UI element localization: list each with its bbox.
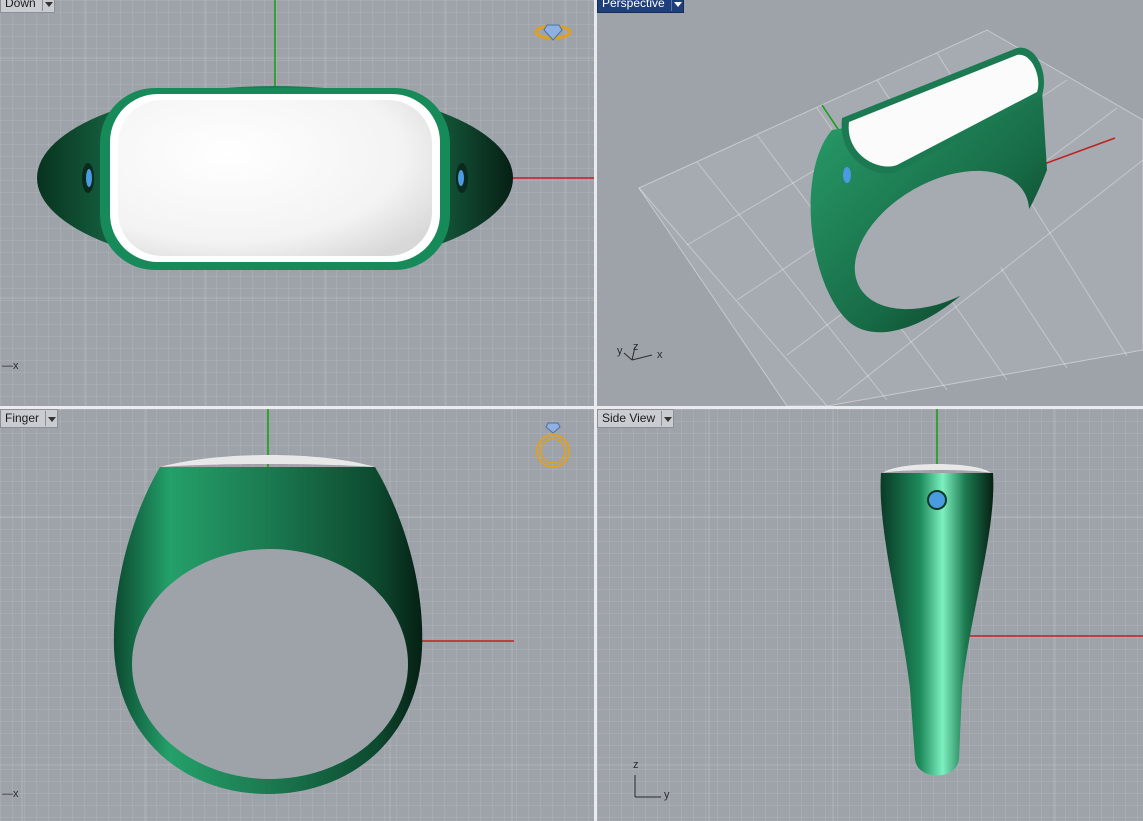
axis-x-label: x [13, 360, 19, 372]
viewport-title: Perspective [602, 0, 665, 10]
side-scene [597, 409, 1143, 821]
axis-label-x: x [657, 349, 663, 361]
ring-widget-icon [536, 422, 570, 468]
ring-hole [132, 549, 408, 779]
gem [927, 490, 947, 510]
chevron-down-icon[interactable] [41, 0, 54, 11]
ring-shank [880, 473, 994, 776]
axis-x-label: x [13, 788, 19, 800]
axis-label-z: z [633, 341, 639, 353]
viewport-title: Down [5, 0, 36, 10]
axis-label-z: z [633, 759, 639, 771]
gem-left [86, 169, 92, 187]
axis-tick: — [2, 788, 13, 800]
viewport-label-side-view[interactable]: Side View [597, 409, 675, 428]
viewport-down[interactable]: Down —x [0, 0, 594, 406]
gem [843, 167, 851, 183]
down-scene [0, 0, 594, 406]
ring-widget-icon [534, 24, 572, 41]
gem-right [458, 170, 464, 186]
axis-indicator: —x [2, 360, 19, 372]
axis-tick: — [2, 360, 13, 372]
signet-face [883, 464, 991, 473]
chevron-down-icon[interactable] [661, 411, 673, 426]
axis-indicator: —x [2, 788, 19, 800]
axis-indicator-lines [634, 775, 661, 798]
viewport-splitter-horizontal[interactable] [0, 406, 1143, 409]
viewport-title: Finger [5, 411, 40, 425]
chevron-down-icon[interactable] [45, 411, 57, 426]
finger-scene [0, 409, 594, 821]
axis-label-y: y [664, 789, 670, 801]
viewport-label-finger[interactable]: Finger [0, 409, 59, 428]
perspective-scene [623, 29, 1143, 406]
chevron-down-icon[interactable] [670, 0, 683, 11]
axis-label-y: y [617, 345, 623, 357]
viewport-title: Side View [602, 411, 656, 425]
viewport-perspective[interactable]: Perspective y z x [597, 0, 1143, 406]
viewport-finger[interactable]: Finger —x [0, 409, 594, 821]
viewport-label-down[interactable]: Down [0, 0, 55, 13]
viewport-label-perspective[interactable]: Perspective [597, 0, 684, 13]
viewport-side-view[interactable]: Side View z y [597, 409, 1143, 821]
viewport-splitter-vertical[interactable] [594, 0, 597, 821]
